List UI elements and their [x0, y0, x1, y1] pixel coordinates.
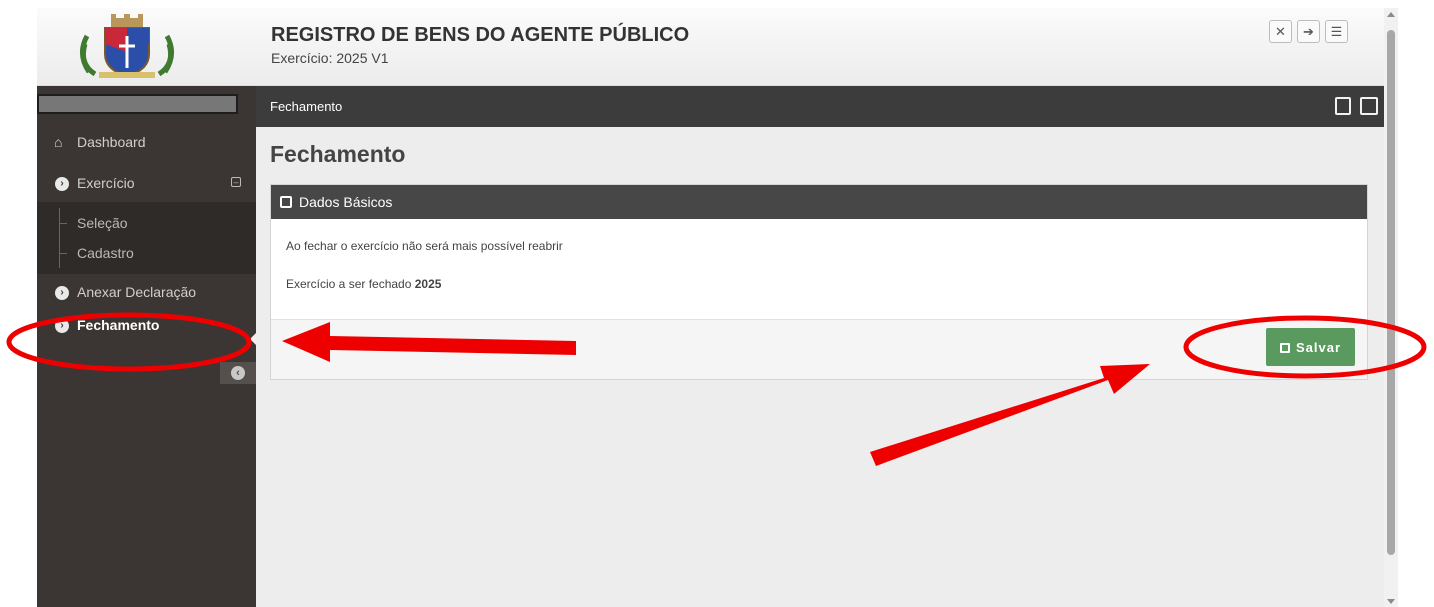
sidebar-subitem-cadastro[interactable]: Cadastro [37, 238, 256, 268]
sidebar-search-box[interactable] [37, 94, 238, 114]
year-line: Exercício a ser fechado 2025 [286, 277, 1352, 291]
expand-icon[interactable]: ✕ [1269, 20, 1292, 43]
edit-icon [280, 196, 292, 208]
sidebar-item-label: Exercício [77, 175, 135, 191]
sidebar-item-dashboard[interactable]: ⌂ Dashboard [37, 124, 256, 161]
coat-of-arms-icon [80, 14, 174, 78]
sidebar: ⌂ Dashboard › Exercício – Seleção Cadast… [37, 86, 257, 607]
pdf-icon[interactable] [1335, 97, 1351, 115]
breadcrumb-bar: Fechamento [256, 86, 1384, 127]
logo [37, 8, 257, 86]
sidebar-item-fechamento[interactable]: › Fechamento [37, 307, 256, 344]
sidebar-menu: ⌂ Dashboard › Exercício – Seleção Cadast… [37, 128, 256, 348]
scrollbar-thumb[interactable] [1387, 30, 1395, 555]
panel-header: Dados Básicos [271, 185, 1367, 219]
menu-icon[interactable]: ☰ [1325, 20, 1348, 43]
page-title: Fechamento [270, 141, 406, 167]
film-icon[interactable] [1360, 97, 1378, 115]
sidebar-subitem-selecao[interactable]: Seleção [37, 208, 256, 238]
sidebar-toggle-button[interactable]: ‹ [220, 362, 256, 384]
chevron-circle-icon: › [55, 286, 69, 300]
floppy-disk-icon [1279, 342, 1290, 353]
collapse-icon[interactable]: – [231, 177, 241, 187]
scroll-up-icon[interactable] [1387, 12, 1395, 17]
submenu-exercicio: Seleção Cadastro [37, 202, 256, 274]
chevron-circle-icon: › [55, 319, 69, 333]
sidebar-item-label: Anexar Declaração [77, 284, 197, 300]
main-content: Fechamento Fechamento Dados Básicos Ao f… [256, 86, 1384, 607]
app-window: REGISTRO DE BENS DO AGENTE PÚBLICO Exerc… [37, 8, 1384, 607]
year-label: Exercício a ser fechado [286, 277, 412, 291]
exercise-subtitle: Exercício: 2025 V1 [271, 50, 389, 66]
scroll-down-icon[interactable] [1387, 599, 1395, 604]
sidebar-item-label: Fechamento [77, 317, 160, 333]
year-value: 2025 [414, 277, 442, 291]
arrow-left-circle-icon: ‹ [231, 366, 245, 380]
sidebar-item-exercicio[interactable]: › Exercício – [37, 165, 256, 202]
breadcrumb: Fechamento [270, 99, 343, 114]
sidebar-item-anexar-declaracao[interactable]: › Anexar Declaração [37, 274, 256, 311]
panel-title: Dados Básicos [299, 194, 393, 210]
sidebar-item-label: Dashboard [77, 134, 146, 150]
logout-icon[interactable]: ➔ [1297, 20, 1320, 43]
chevron-circle-icon: › [55, 177, 69, 191]
warning-text: Ao fechar o exercício não será mais poss… [286, 239, 563, 253]
save-button[interactable]: Salvar [1266, 328, 1355, 366]
save-button-label: Salvar [1295, 339, 1342, 355]
screen: REGISTRO DE BENS DO AGENTE PÚBLICO Exerc… [0, 0, 1434, 607]
app-title: REGISTRO DE BENS DO AGENTE PÚBLICO [271, 24, 690, 46]
header: REGISTRO DE BENS DO AGENTE PÚBLICO Exerc… [37, 8, 1384, 86]
home-icon: ⌂ [54, 134, 63, 150]
panel-footer: Salvar [271, 319, 1367, 379]
basic-data-panel: Dados Básicos Ao fechar o exercício não … [270, 184, 1368, 380]
vertical-scrollbar[interactable] [1384, 8, 1398, 607]
panel-body: Ao fechar o exercício não será mais poss… [271, 219, 1367, 319]
